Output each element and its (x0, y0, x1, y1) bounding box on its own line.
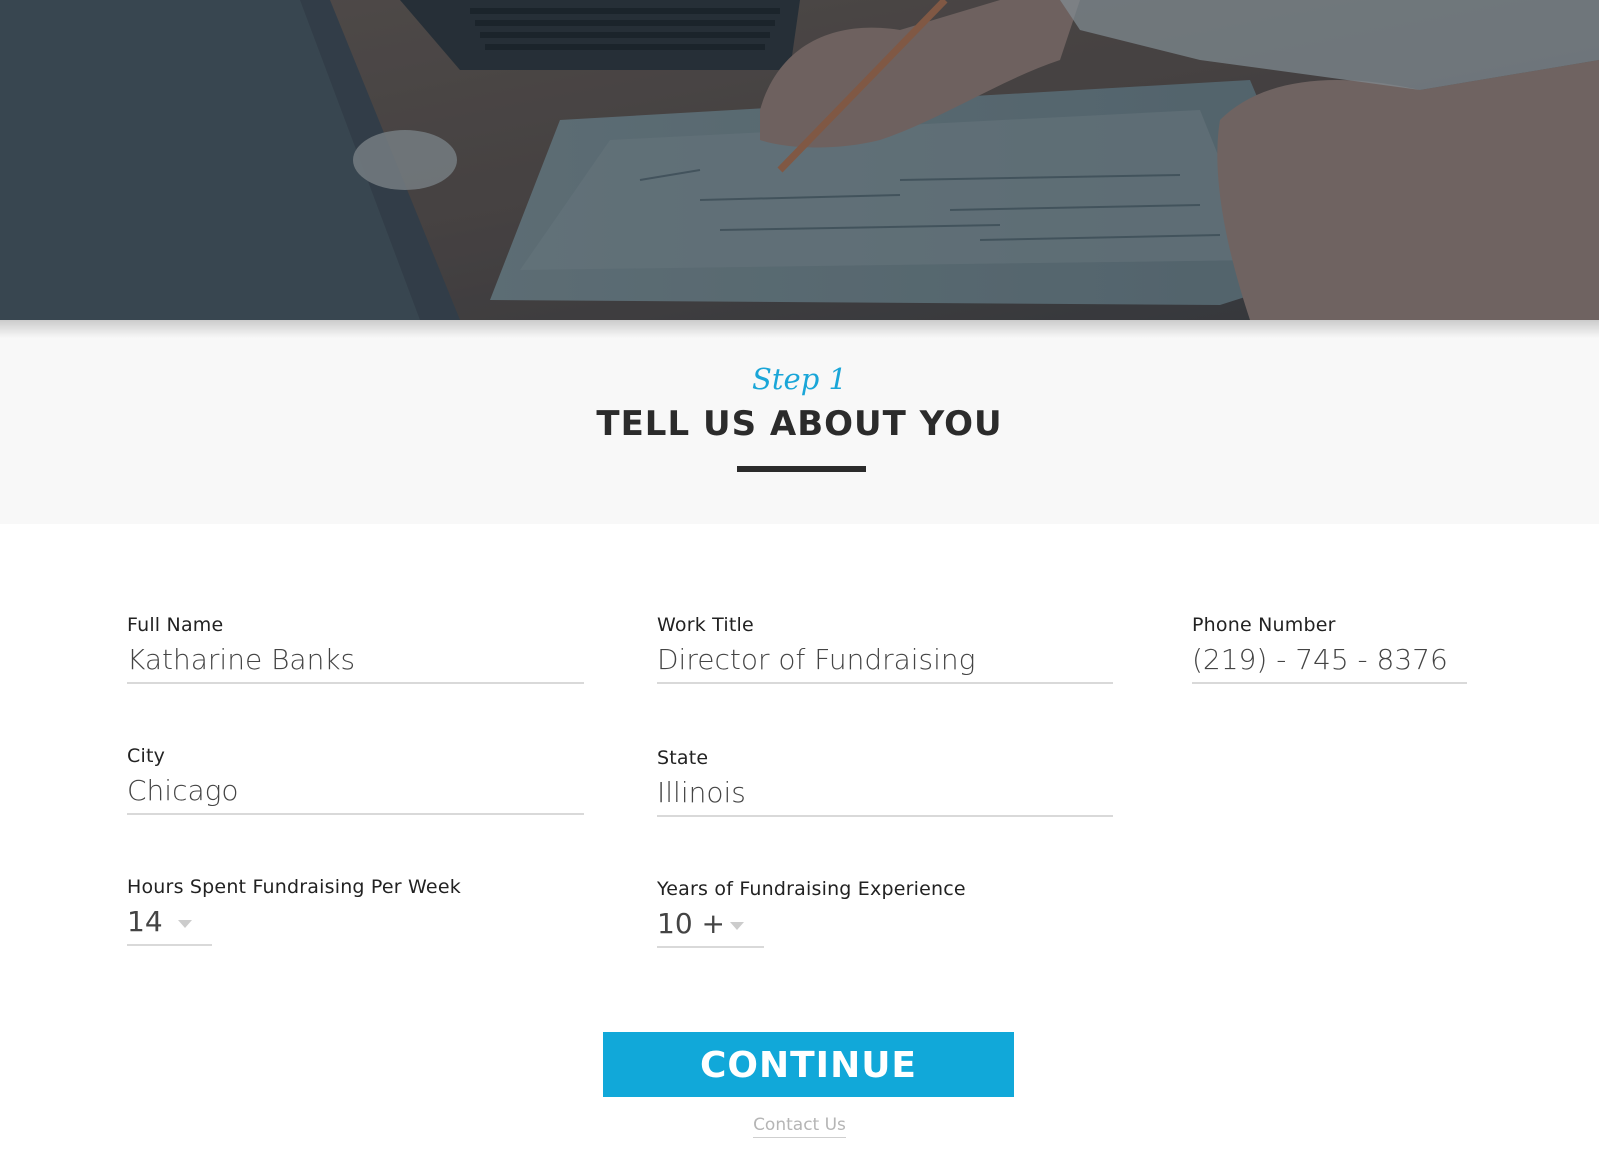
caret-down-icon (730, 922, 744, 930)
state-field: State (657, 747, 1113, 817)
hours-selected-value: 14 (127, 905, 163, 938)
step-label: Step 1 (752, 362, 847, 396)
hours-field: Hours Spent Fundraising Per Week 14 (127, 876, 487, 946)
contact-link-wrapper: Contact Us (0, 1115, 1599, 1138)
work-title-input[interactable] (657, 642, 1113, 684)
title-underline (737, 466, 866, 472)
work-title-label: Work Title (657, 614, 754, 636)
city-input[interactable] (127, 773, 584, 815)
state-label: State (657, 747, 709, 769)
years-label: Years of Fundraising Experience (657, 878, 966, 900)
continue-button[interactable]: CONTINUE (603, 1032, 1014, 1097)
work-title-field: Work Title (657, 614, 1113, 684)
years-select[interactable]: 10 + (657, 906, 764, 948)
full-name-input[interactable] (127, 642, 584, 684)
phone-field: Phone Number (1192, 614, 1467, 684)
state-input[interactable] (657, 775, 1113, 817)
hero-image (0, 0, 1599, 320)
caret-down-icon (178, 920, 192, 928)
hours-select[interactable]: 14 (127, 904, 212, 946)
phone-input[interactable] (1192, 642, 1467, 684)
years-selected-value: 10 + (657, 907, 725, 940)
full-name-label: Full Name (127, 614, 224, 636)
city-field: City (127, 745, 584, 815)
step-header: Step 1 TELL US ABOUT YOU (0, 320, 1599, 524)
phone-label: Phone Number (1192, 614, 1336, 636)
contact-us-link[interactable]: Contact Us (753, 1115, 846, 1138)
full-name-field: Full Name (127, 614, 584, 684)
years-field: Years of Fundraising Experience 10 + (657, 878, 1017, 948)
hours-label: Hours Spent Fundraising Per Week (127, 876, 461, 898)
city-label: City (127, 745, 166, 767)
page-title: TELL US ABOUT YOU (596, 404, 1003, 444)
